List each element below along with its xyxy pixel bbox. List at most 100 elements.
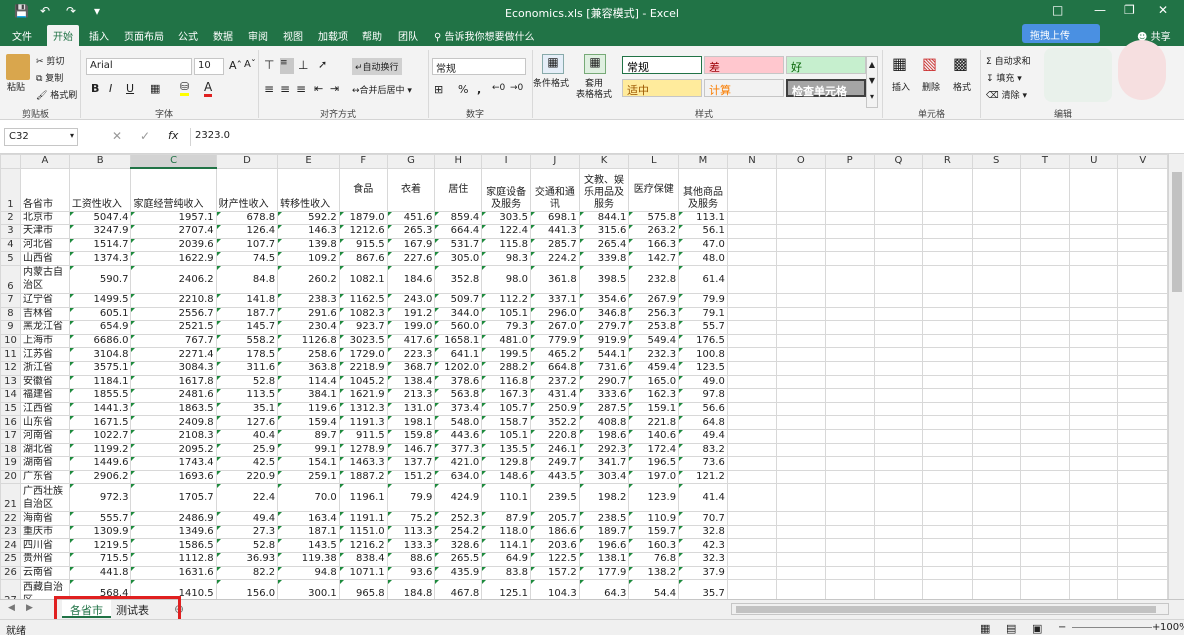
data-cell[interactable]: 116.8 — [481, 374, 531, 390]
data-cell[interactable]: 291.6 — [277, 306, 340, 322]
data-cell[interactable]: 315.6 — [578, 224, 630, 239]
data-cell[interactable]: 54.4 — [628, 579, 680, 599]
empty-cell[interactable] — [824, 224, 875, 239]
data-cell[interactable]: 779.9 — [529, 333, 580, 349]
data-cell[interactable]: 89.7 — [277, 428, 340, 444]
data-cell[interactable]: 341.7 — [578, 456, 630, 471]
empty-cell[interactable] — [1069, 442, 1119, 458]
empty-cell[interactable] — [824, 388, 875, 403]
data-cell[interactable]: 1586.5 — [130, 538, 217, 554]
orientation-icon[interactable]: ➚ — [318, 58, 327, 71]
empty-cell[interactable] — [873, 428, 924, 444]
data-cell[interactable]: 113.3 — [386, 524, 436, 540]
data-cell[interactable]: 368.7 — [386, 360, 436, 376]
data-cell[interactable]: 87.9 — [481, 511, 531, 526]
cell-style-5[interactable]: 检查单元格 — [786, 79, 866, 98]
header-cell[interactable]: 文教、娱乐用品及服务 — [578, 167, 630, 212]
data-cell[interactable]: 259.1 — [277, 469, 340, 485]
empty-cell[interactable] — [824, 360, 875, 376]
empty-cell[interactable] — [1069, 360, 1119, 376]
empty-cell[interactable] — [873, 469, 924, 485]
empty-cell[interactable] — [922, 456, 973, 471]
data-cell[interactable]: 176.5 — [678, 333, 728, 349]
empty-cell[interactable] — [922, 524, 973, 540]
data-cell[interactable]: 1705.7 — [130, 483, 217, 513]
empty-cell[interactable] — [1019, 415, 1071, 430]
empty-cell[interactable] — [1117, 388, 1168, 403]
data-cell[interactable]: 256.3 — [628, 306, 680, 322]
empty-cell[interactable] — [971, 264, 1021, 294]
data-cell[interactable]: 159.4 — [277, 415, 340, 430]
column-header[interactable]: Q — [873, 154, 924, 169]
header-cell[interactable]: 财产性收入 — [215, 167, 279, 212]
empty-cell[interactable] — [1069, 469, 1119, 485]
empty-cell[interactable] — [1117, 374, 1168, 390]
row-header[interactable]: 16 — [0, 415, 21, 430]
empty-cell[interactable] — [1117, 552, 1168, 567]
province-cell[interactable]: 上海市 — [19, 333, 70, 349]
insert-cells-icon[interactable]: ▦ — [892, 54, 907, 73]
data-cell[interactable]: 1855.5 — [68, 388, 132, 403]
column-header[interactable]: H — [434, 154, 483, 169]
data-cell[interactable]: 221.8 — [628, 415, 680, 430]
enter-icon[interactable]: ✓ — [140, 129, 150, 143]
header-cell[interactable]: 各省市 — [19, 167, 70, 212]
data-cell[interactable]: 246.1 — [529, 442, 580, 458]
data-cell[interactable]: 88.6 — [386, 552, 436, 567]
data-cell[interactable]: 555.7 — [68, 511, 132, 526]
data-cell[interactable]: 42.5 — [215, 456, 279, 471]
data-cell[interactable]: 110.9 — [628, 511, 680, 526]
empty-cell[interactable] — [776, 306, 826, 322]
data-cell[interactable]: 187.7 — [215, 306, 279, 322]
row-header[interactable]: 1 — [0, 167, 21, 212]
empty-cell[interactable] — [824, 456, 875, 471]
empty-cell[interactable] — [971, 552, 1021, 567]
empty-cell[interactable] — [726, 237, 778, 253]
empty-cell[interactable] — [873, 374, 924, 390]
data-cell[interactable]: 333.6 — [578, 388, 630, 403]
data-cell[interactable]: 328.6 — [434, 538, 483, 554]
empty-cell[interactable] — [726, 320, 778, 335]
empty-cell[interactable] — [776, 237, 826, 253]
data-cell[interactable]: 1082.3 — [338, 306, 388, 322]
empty-cell[interactable] — [922, 579, 973, 599]
maximize-icon[interactable]: ❐ — [1124, 3, 1135, 17]
empty-cell[interactable] — [824, 320, 875, 335]
empty-cell[interactable] — [922, 360, 973, 376]
data-cell[interactable]: 105.1 — [481, 428, 531, 444]
data-cell[interactable]: 1441.3 — [68, 401, 132, 417]
column-header[interactable]: S — [971, 154, 1021, 169]
empty-cell[interactable] — [1019, 469, 1071, 485]
data-cell[interactable]: 698.1 — [529, 210, 580, 226]
data-cell[interactable]: 1045.2 — [338, 374, 388, 390]
data-cell[interactable]: 352.2 — [529, 415, 580, 430]
row-header[interactable]: 26 — [0, 565, 21, 581]
empty-cell[interactable] — [1019, 442, 1071, 458]
empty-cell[interactable] — [1019, 579, 1071, 599]
data-cell[interactable]: 1219.5 — [68, 538, 132, 554]
page-layout-view-icon[interactable]: ▤ — [1006, 622, 1016, 635]
empty-cell[interactable] — [824, 210, 875, 226]
formula-input[interactable]: 2323.0 — [190, 128, 1180, 146]
row-header[interactable]: 23 — [0, 524, 21, 540]
data-cell[interactable]: 558.2 — [215, 333, 279, 349]
data-cell[interactable]: 151.2 — [386, 469, 436, 485]
data-cell[interactable]: 1463.3 — [338, 456, 388, 471]
data-cell[interactable]: 64.3 — [578, 579, 630, 599]
accounting-icon[interactable]: ⊞ — [434, 83, 443, 96]
data-cell[interactable]: 143.5 — [277, 538, 340, 554]
empty-cell[interactable] — [1069, 320, 1119, 335]
empty-cell[interactable] — [873, 167, 924, 212]
empty-cell[interactable] — [922, 292, 973, 308]
data-cell[interactable]: 408.8 — [578, 415, 630, 430]
empty-cell[interactable] — [1117, 524, 1168, 540]
empty-cell[interactable] — [1019, 210, 1071, 226]
row-header[interactable]: 2 — [0, 210, 21, 226]
data-cell[interactable]: 731.6 — [578, 360, 630, 376]
data-cell[interactable]: 32.8 — [678, 524, 728, 540]
empty-cell[interactable] — [726, 456, 778, 471]
empty-cell[interactable] — [1117, 456, 1168, 471]
data-cell[interactable]: 114.4 — [277, 374, 340, 390]
empty-cell[interactable] — [1117, 237, 1168, 253]
percent-button[interactable]: % — [458, 83, 468, 96]
